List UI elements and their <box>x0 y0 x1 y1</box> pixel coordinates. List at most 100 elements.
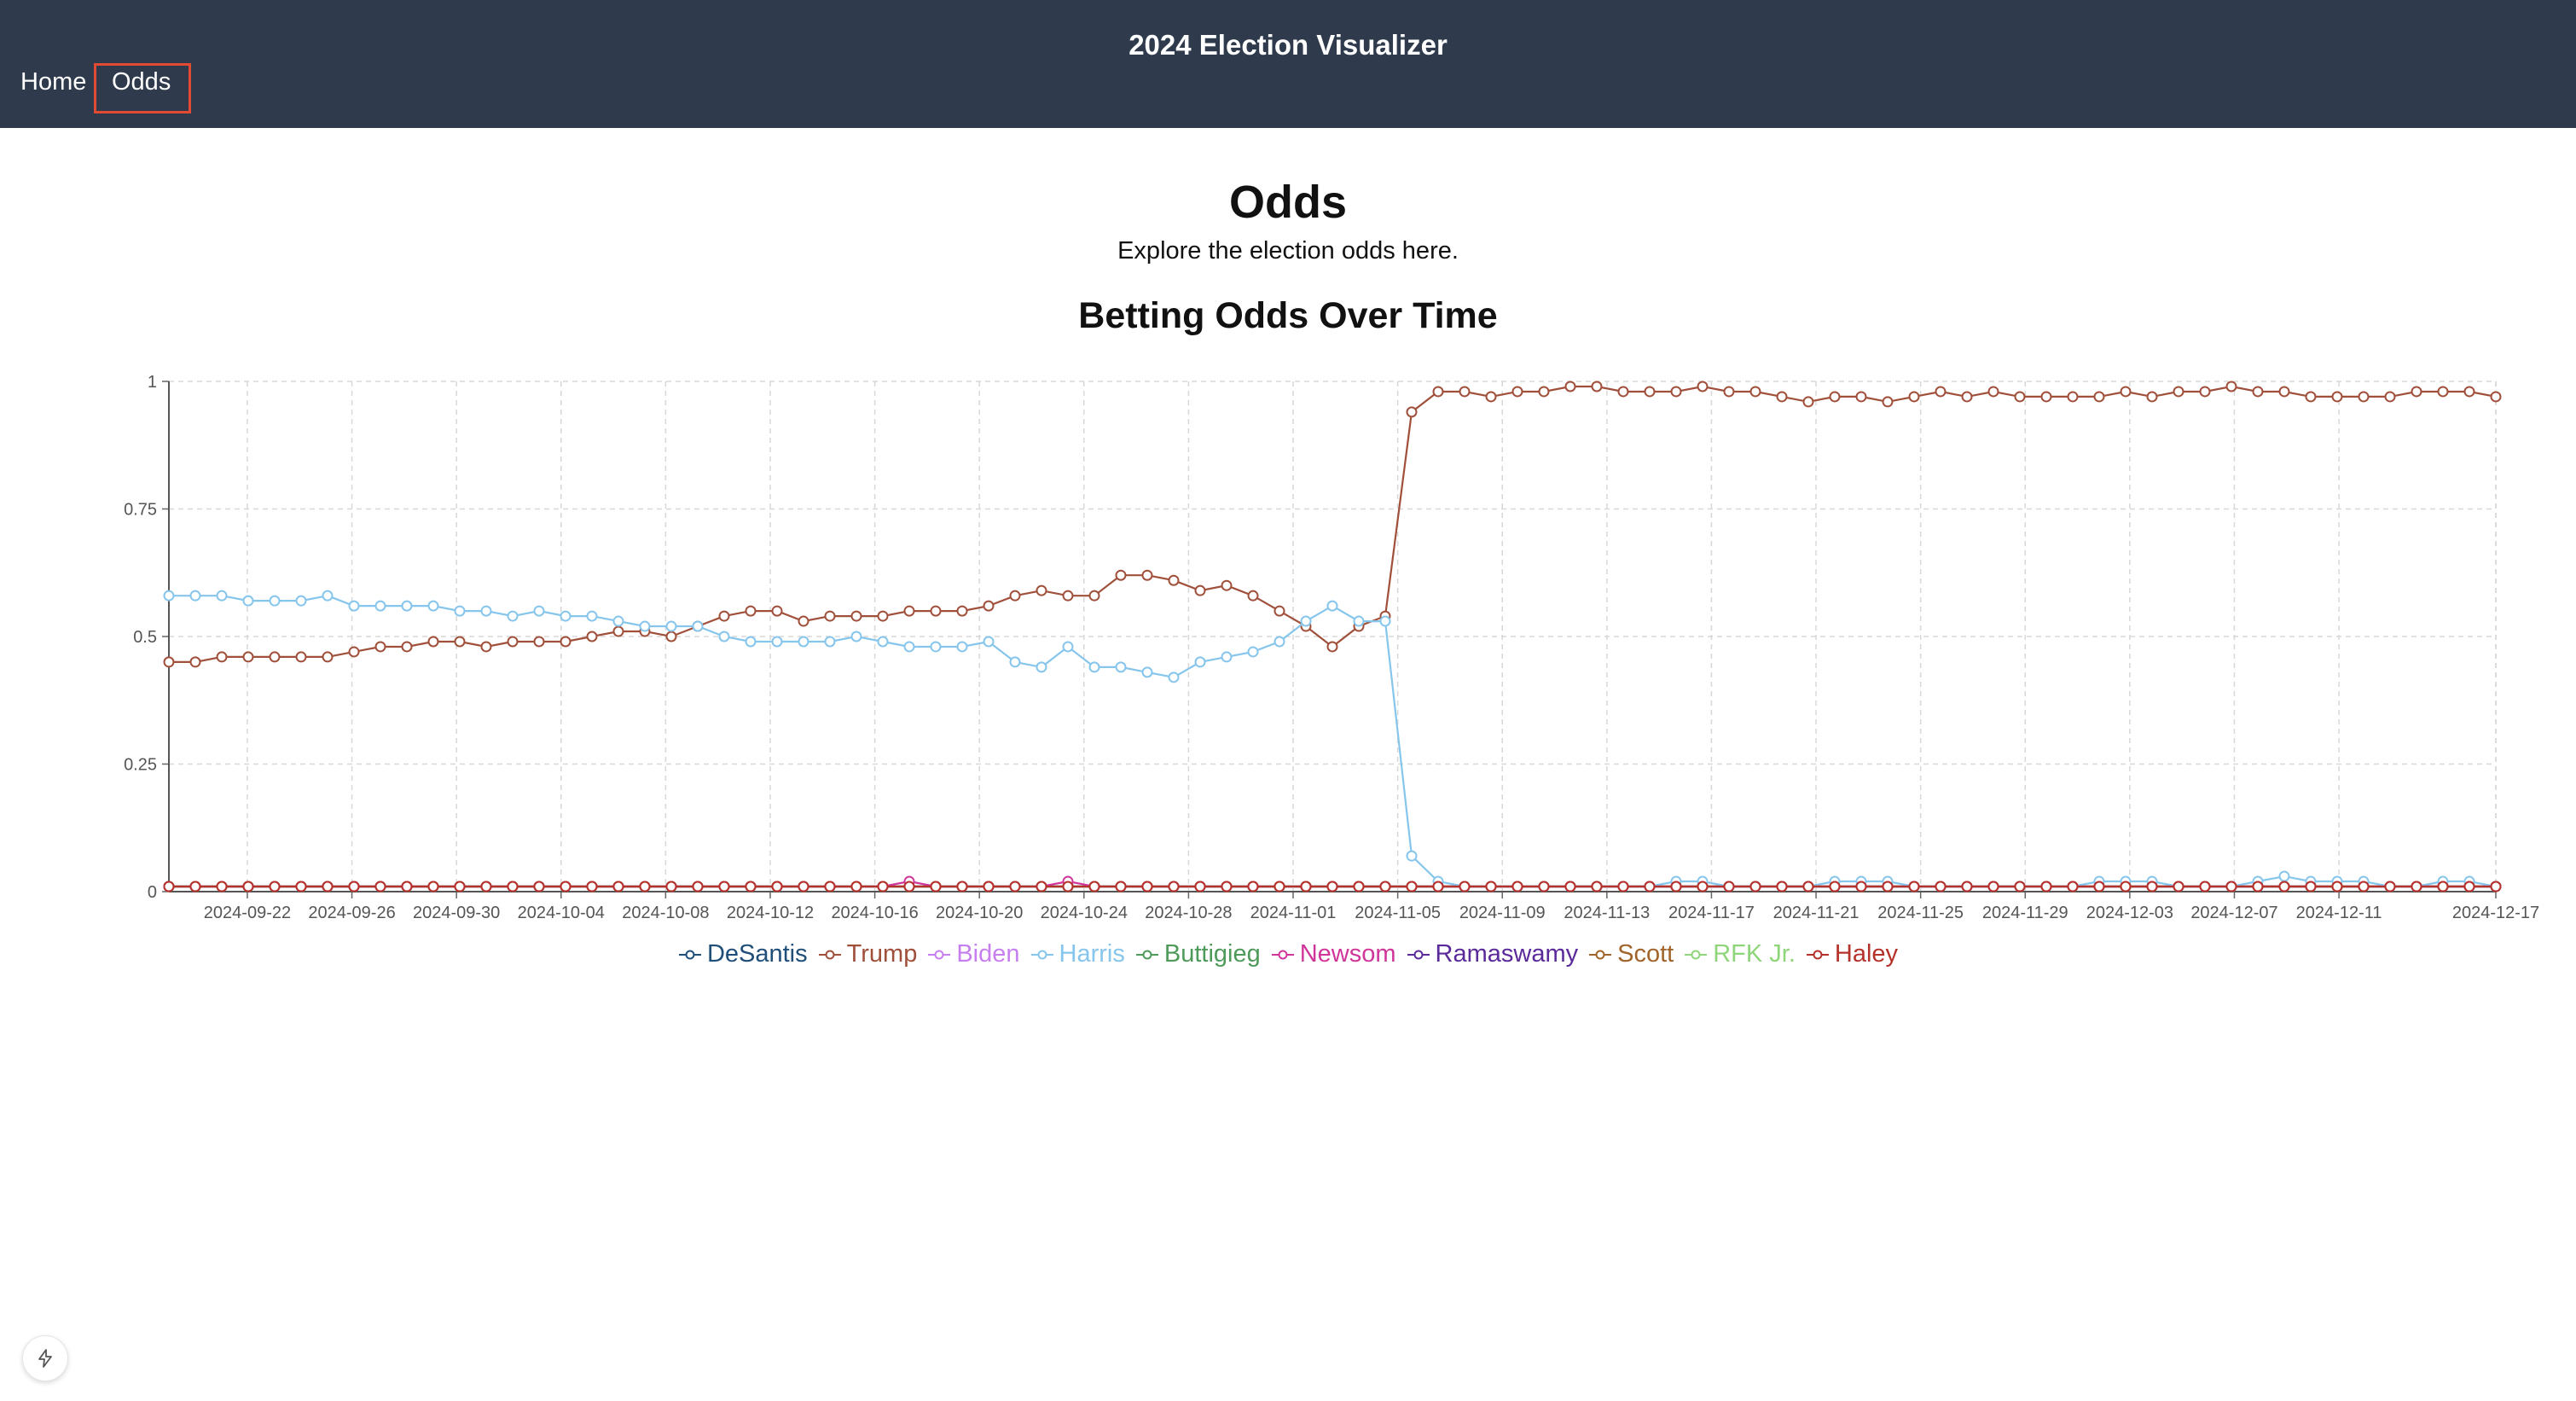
x-tick-label: 2024-11-09 <box>1459 904 1546 922</box>
data-point-trump <box>718 610 730 622</box>
data-point-harris <box>850 631 862 642</box>
data-point-haley <box>665 881 677 892</box>
data-point-trump <box>2411 386 2422 398</box>
data-point-trump <box>1644 386 1656 398</box>
data-point-harris <box>1115 661 1127 673</box>
data-point-haley <box>454 881 466 892</box>
data-point-trump <box>1115 569 1127 581</box>
data-point-haley <box>1538 881 1550 892</box>
data-point-trump <box>2120 386 2132 398</box>
data-point-trump <box>903 605 915 617</box>
data-point-trump <box>163 656 175 668</box>
data-point-harris <box>1194 656 1206 668</box>
legend-swatch-icon <box>678 950 701 959</box>
x-tick-label: 2024-12-11 <box>2296 904 2382 922</box>
y-tick-label: 0.25 <box>124 756 157 775</box>
data-point-trump <box>1247 590 1259 602</box>
data-point-trump <box>1273 605 1285 617</box>
legend-item-biden[interactable]: Biden <box>927 940 1020 968</box>
legend-item-haley[interactable]: Haley <box>1806 940 1898 968</box>
x-tick-label: 2024-10-16 <box>831 904 918 922</box>
legend-item-newsom[interactable]: Newsom <box>1271 940 1396 968</box>
data-point-harris <box>665 620 677 632</box>
legend-swatch-icon <box>1407 950 1430 959</box>
data-point-haley <box>1855 881 1867 892</box>
data-point-haley <box>1009 881 1021 892</box>
data-point-haley <box>1511 881 1523 892</box>
data-point-trump <box>269 651 281 663</box>
legend-swatch-icon <box>1806 950 1829 959</box>
data-point-haley <box>2093 881 2105 892</box>
data-point-haley <box>242 881 254 892</box>
data-point-trump <box>586 631 598 642</box>
data-point-trump <box>1882 396 1894 408</box>
data-point-trump <box>1670 386 1682 398</box>
data-point-haley <box>1273 881 1285 892</box>
x-tick-label: 2024-11-17 <box>1668 904 1755 922</box>
data-point-trump <box>1829 391 1841 403</box>
data-point-haley <box>2252 881 2264 892</box>
data-point-trump <box>612 625 624 637</box>
data-point-trump <box>824 610 836 622</box>
x-tick-label: 2024-10-28 <box>1145 904 1232 922</box>
legend-item-buttigieg[interactable]: Buttigieg <box>1135 940 1261 968</box>
legend-swatch-icon <box>818 950 841 959</box>
legend-swatch-icon <box>1685 950 1708 959</box>
data-point-harris <box>771 636 783 648</box>
data-point-haley <box>1247 881 1259 892</box>
x-tick-label: 2024-12-07 <box>2190 904 2277 922</box>
legend-item-trump[interactable]: Trump <box>818 940 918 968</box>
data-point-harris <box>692 620 704 632</box>
data-point-trump <box>1961 391 1973 403</box>
data-point-harris <box>533 605 545 617</box>
legend-item-rfk-jr[interactable]: RFK Jr. <box>1684 940 1796 968</box>
legend-label: Trump <box>846 940 918 968</box>
data-point-trump <box>1564 381 1576 392</box>
data-point-harris <box>1300 615 1312 627</box>
data-point-trump <box>1987 386 1999 398</box>
data-point-trump <box>1723 386 1735 398</box>
legend-label: Harris <box>1059 940 1125 968</box>
data-point-haley <box>1300 881 1312 892</box>
data-point-harris <box>348 600 360 612</box>
data-point-haley <box>1670 881 1682 892</box>
data-point-harris <box>2278 870 2290 882</box>
dev-tools-button[interactable] <box>22 1335 68 1381</box>
data-point-harris <box>877 636 889 648</box>
data-point-trump <box>798 615 809 627</box>
legend-item-ramaswamy[interactable]: Ramaswamy <box>1407 940 1578 968</box>
data-point-trump <box>2384 391 2396 403</box>
odds-line-chart: 0 0.25 0.5 0.75 1 2024-09-22 2024-09-26 2024-09… <box>124 373 2539 922</box>
legend-item-harris[interactable]: Harris <box>1030 940 1125 968</box>
data-point-haley <box>1221 881 1233 892</box>
data-point-haley <box>1088 881 1100 892</box>
data-point-harris <box>401 600 413 612</box>
data-point-trump <box>1749 386 1761 398</box>
data-point-haley <box>2411 881 2422 892</box>
data-point-trump <box>771 605 783 617</box>
data-point-haley <box>560 881 571 892</box>
data-point-trump <box>1009 590 1021 602</box>
data-point-trump <box>1221 579 1233 591</box>
series-line-trump <box>169 385 2497 664</box>
data-point-haley <box>850 881 862 892</box>
data-point-trump <box>1406 406 1418 418</box>
data-point-trump <box>1776 391 1788 403</box>
data-point-trump <box>2173 386 2184 398</box>
data-point-harris <box>189 590 201 602</box>
legend-item-desantis[interactable]: DeSantis <box>678 940 808 968</box>
data-point-harris <box>242 595 254 607</box>
legend-item-scott[interactable]: Scott <box>1588 940 1674 968</box>
data-point-trump <box>2040 391 2052 403</box>
data-point-haley <box>269 881 281 892</box>
x-tick-label: 2024-11-25 <box>1877 904 1964 922</box>
data-point-haley <box>1776 881 1788 892</box>
data-point-trump <box>745 605 757 617</box>
data-point-trump <box>956 605 968 617</box>
data-point-haley <box>1617 881 1629 892</box>
data-point-haley <box>1987 881 1999 892</box>
data-point-harris <box>1221 651 1233 663</box>
data-point-trump <box>189 656 201 668</box>
legend-label: Biden <box>956 940 1020 968</box>
data-point-trump <box>2093 391 2105 403</box>
